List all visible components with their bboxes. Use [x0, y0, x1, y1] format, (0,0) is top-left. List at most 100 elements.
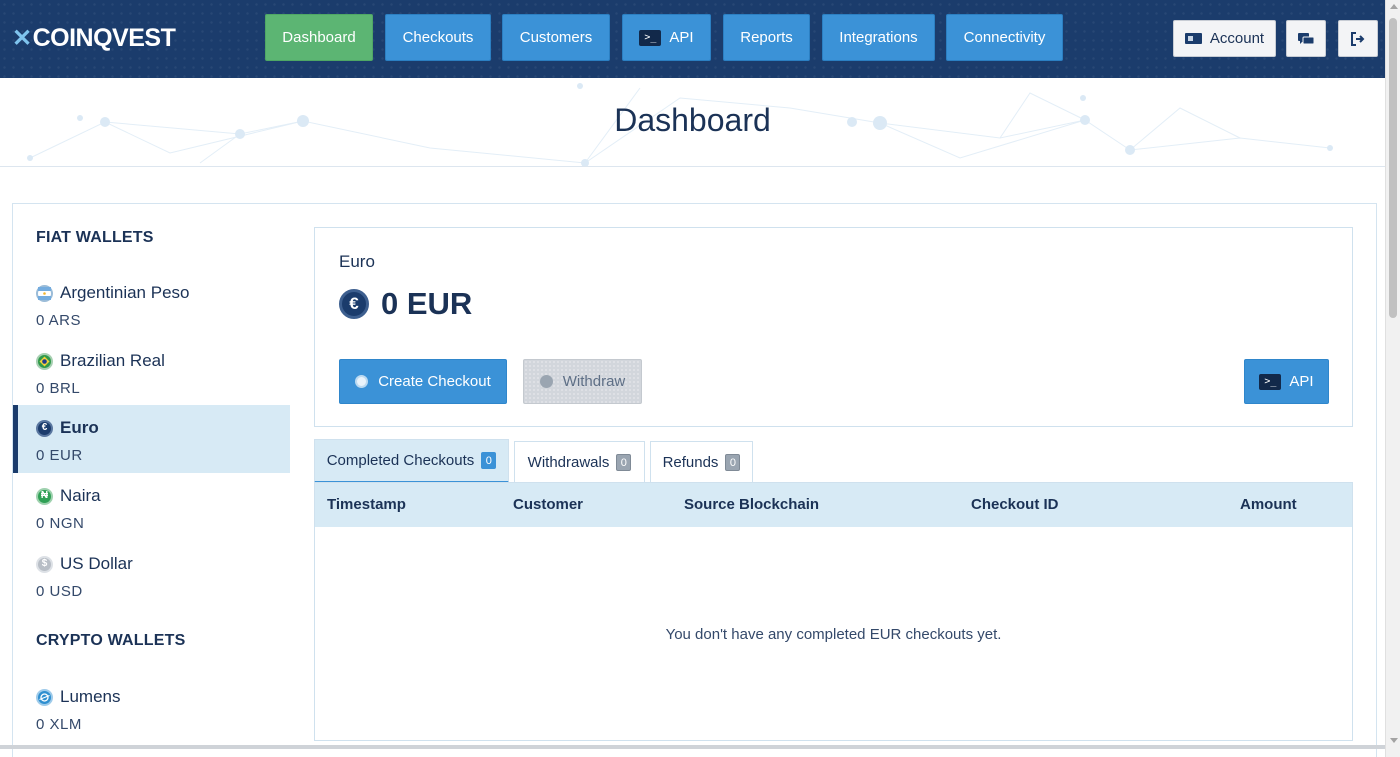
- logout-icon: [1351, 31, 1365, 46]
- nav-dashboard[interactable]: Dashboard: [265, 14, 373, 61]
- crypto-wallets-heading: CRYPTO WALLETS: [36, 632, 186, 649]
- wallet-sidebar: FIAT WALLETS Argentinian Peso 0 ARS Braz…: [12, 203, 291, 757]
- fiat-wallets-heading: FIAT WALLETS: [36, 229, 154, 246]
- wallet-api-button[interactable]: >_ API: [1244, 359, 1329, 404]
- euro-glyph: €: [41, 422, 48, 433]
- wallet-name-row: Brazilian Real: [36, 351, 165, 371]
- wallet-name: Brazilian Real: [60, 351, 165, 370]
- terminal-icon: >_: [1259, 373, 1282, 390]
- column-header-checkout-id[interactable]: Checkout ID: [971, 496, 1059, 513]
- tab-withdrawals[interactable]: Withdrawals 0: [514, 441, 645, 483]
- wallet-item-brl[interactable]: Brazilian Real 0 BRL: [13, 338, 290, 406]
- wallet-balance: 0 USD: [36, 583, 83, 600]
- id-card-icon: [1184, 33, 1202, 44]
- nav-api-label: API: [669, 29, 694, 46]
- wallet-api-label: API: [1289, 373, 1314, 390]
- wallet-name: Lumens: [60, 687, 121, 706]
- nav-connectivity-label: Connectivity: [963, 29, 1046, 46]
- wallet-summary-card: Euro € 0 EUR Create Checkout Withdraw >_…: [314, 227, 1353, 427]
- nav-customers[interactable]: Customers: [502, 14, 610, 61]
- stellar-icon: [36, 688, 53, 706]
- support-chat-button[interactable]: [1286, 20, 1326, 57]
- nav-integrations[interactable]: Integrations: [822, 14, 935, 61]
- nav-api[interactable]: >_ API: [622, 14, 711, 61]
- terminal-icon: >_: [639, 29, 662, 46]
- wallet-balance: 0 NGN: [36, 515, 85, 532]
- nav-dashboard-label: Dashboard: [282, 29, 356, 46]
- wallet-balance: 0 EUR: [36, 447, 83, 464]
- nav-integrations-label: Integrations: [839, 29, 918, 46]
- euro-icon: €: [339, 289, 369, 319]
- nav-checkouts[interactable]: Checkouts: [385, 14, 491, 61]
- column-header-amount[interactable]: Amount: [1240, 496, 1297, 513]
- checkout-icon: [355, 375, 369, 388]
- euro-icon: €: [36, 419, 53, 437]
- scrollbar-thumb[interactable]: [1389, 18, 1397, 318]
- create-checkout-button[interactable]: Create Checkout: [339, 359, 507, 404]
- tab-label: Withdrawals: [527, 454, 610, 471]
- count-badge: 0: [616, 454, 632, 471]
- wallet-amount: 0 EUR: [381, 286, 473, 321]
- checkouts-table: Timestamp Customer Source Blockchain Che…: [314, 482, 1353, 741]
- euro-glyph: €: [349, 294, 359, 313]
- wallet-balance: 0 ARS: [36, 312, 82, 329]
- wallet-name: Euro: [60, 418, 99, 437]
- top-navbar: ✕ COINQVEST Dashboard Checkouts Customer…: [0, 0, 1385, 78]
- brand-name: COINQVEST: [32, 23, 176, 52]
- nav-customers-label: Customers: [519, 29, 593, 46]
- wallet-item-ars[interactable]: Argentinian Peso 0 ARS: [13, 270, 290, 338]
- empty-state-message: You don't have any completed EUR checkou…: [665, 626, 1002, 643]
- wallet-item-usd[interactable]: $ US Dollar 0 USD: [13, 541, 290, 609]
- wallet-title: Euro: [339, 252, 375, 271]
- withdraw-label: Withdraw: [562, 373, 626, 390]
- argentina-flag-icon: [36, 284, 53, 302]
- wallet-name-row: Argentinian Peso: [36, 283, 189, 303]
- withdraw-button[interactable]: Withdraw: [523, 359, 642, 404]
- nav-reports[interactable]: Reports: [723, 14, 810, 61]
- tab-refunds[interactable]: Refunds 0: [650, 441, 753, 483]
- page-header: Dashboard: [0, 78, 1385, 167]
- logo-mark-icon: ✕: [12, 24, 32, 52]
- naira-glyph: ₦: [40, 490, 49, 501]
- chat-bubbles-icon: [1298, 32, 1315, 44]
- nav-reports-label: Reports: [740, 29, 793, 46]
- wallet-name: US Dollar: [60, 554, 133, 573]
- wallet-name-row: $ US Dollar: [36, 554, 133, 574]
- naira-icon: ₦: [36, 487, 53, 505]
- brazil-flag-icon: [36, 352, 53, 370]
- table-header: Timestamp Customer Source Blockchain Che…: [315, 483, 1352, 527]
- horizontal-scrollbar[interactable]: [0, 745, 1385, 749]
- tab-label: Completed Checkouts: [326, 452, 475, 469]
- nav-checkouts-label: Checkouts: [402, 29, 474, 46]
- account-label: Account: [1209, 30, 1265, 47]
- wallet-item-xlm[interactable]: Lumens 0 XLM: [13, 674, 290, 742]
- count-badge: 0: [481, 452, 497, 469]
- vertical-scrollbar[interactable]: [1385, 0, 1400, 757]
- wallet-name-row: € Euro: [36, 418, 99, 438]
- column-header-customer[interactable]: Customer: [513, 496, 583, 513]
- wallet-name: Naira: [60, 486, 101, 505]
- wallet-name-row: ₦ Naira: [36, 486, 101, 506]
- wallet-name: Argentinian Peso: [60, 283, 190, 302]
- wallet-name-row: Lumens: [36, 687, 120, 707]
- tab-completed-checkouts[interactable]: Completed Checkouts 0: [314, 439, 509, 483]
- wallet-item-ngn[interactable]: ₦ Naira 0 NGN: [13, 473, 290, 541]
- logout-button[interactable]: [1338, 20, 1378, 57]
- wallet-balance: 0 BRL: [36, 380, 81, 397]
- download-icon: [539, 375, 553, 388]
- wallet-balance: 0 XLM: [36, 716, 82, 733]
- brand-logo[interactable]: ✕ COINQVEST: [12, 23, 176, 52]
- wallet-item-eur[interactable]: € Euro 0 EUR: [13, 405, 290, 473]
- column-header-timestamp[interactable]: Timestamp: [327, 496, 406, 513]
- count-badge: 0: [725, 454, 741, 471]
- scroll-up-icon[interactable]: [1390, 4, 1398, 9]
- dollar-icon: $: [36, 555, 53, 573]
- scroll-down-icon[interactable]: [1390, 738, 1398, 743]
- wallet-balance-display: € 0 EUR: [339, 286, 472, 322]
- column-header-source-blockchain[interactable]: Source Blockchain: [684, 496, 819, 513]
- tab-label: Refunds: [662, 454, 719, 471]
- page-title: Dashboard: [614, 102, 771, 138]
- nav-connectivity[interactable]: Connectivity: [946, 14, 1063, 61]
- account-button[interactable]: Account: [1173, 20, 1276, 57]
- create-checkout-label: Create Checkout: [378, 373, 491, 390]
